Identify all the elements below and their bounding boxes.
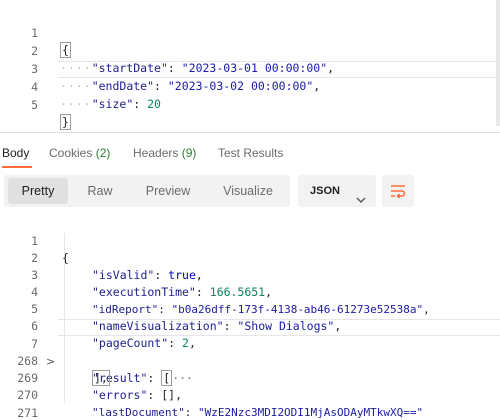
active-tab-indicator <box>2 166 32 168</box>
json-key: "executionTime" <box>92 285 196 299</box>
json-separator: : <box>158 303 172 316</box>
code-line: 270 "lastDocument": "WzE2Nzc3MDI2ODI1MjA… <box>0 370 423 419</box>
tab-body[interactable]: Body <box>2 146 29 160</box>
json-separator: : <box>154 79 168 93</box>
close-bracket: ], <box>92 370 110 386</box>
code-line: 4 ····"size": 20 <box>0 62 161 111</box>
json-key: "startDate" <box>91 61 168 75</box>
tab-headers[interactable]: Headers (9) <box>133 146 196 160</box>
line-number: 5 <box>31 98 38 112</box>
json-key: "pageCount" <box>92 336 169 350</box>
json-value: 166.5651 <box>209 285 266 299</box>
tab-label: Cookies <box>49 146 93 160</box>
code-line: 269 "errors": [], <box>0 353 182 402</box>
headers-count-badge: (9) <box>181 146 197 160</box>
code-line: 1 { <box>0 8 71 58</box>
json-key: "isValid" <box>92 268 155 282</box>
json-separator: : <box>195 285 210 299</box>
pretty-button[interactable]: Pretty <box>8 178 68 204</box>
code-line: 7 > "result": [··· <box>0 319 193 386</box>
response-tabs: Body Cookies (2) Headers (9) Test Result… <box>0 140 500 168</box>
code-line: 6 "pageCount": 2, <box>0 301 196 350</box>
wrap-lines-button[interactable] <box>382 175 414 207</box>
json-key: "endDate" <box>91 79 155 93</box>
indent-guide: ···· <box>60 97 92 111</box>
line-number: 271 <box>17 406 38 420</box>
raw-button[interactable]: Raw <box>74 178 126 204</box>
wrap-lines-icon <box>391 185 406 199</box>
request-body-editor[interactable]: 1 { 2 ····"startDate": "2023-03-01 00:00… <box>0 0 500 132</box>
response-view-toolbar: Pretty Raw Preview Visualize JSON <box>0 175 500 207</box>
pane-divider[interactable] <box>0 132 500 133</box>
code-line: 3 "executionTime": 166.5651, <box>0 250 272 299</box>
code-line: 4 "idReport": "b0a26dff-173f-4138-ab46-6… <box>0 267 430 316</box>
json-key: "nameVisualization" <box>92 319 224 333</box>
tab-cookies[interactable]: Cookies (2) <box>49 146 110 160</box>
json-value: "2023-03-01 00:00:00" <box>181 61 328 75</box>
json-separator: : <box>167 61 182 75</box>
json-value: "2023-03-02 00:00:00" <box>167 79 314 93</box>
code-line: 2 "isValid": true, <box>0 233 203 282</box>
json-key: "lastDocument" <box>92 406 185 419</box>
json-key: "size" <box>91 97 134 111</box>
indent-guide: ···· <box>60 79 92 93</box>
json-key: "errors" <box>92 388 148 402</box>
json-key: "idReport" <box>92 303 159 316</box>
json-value: "b0a26dff-173f-4138-ab46-61273e52538a" <box>171 303 424 316</box>
code-line: 1 { <box>0 216 69 265</box>
open-brace: { <box>60 42 71 58</box>
cookies-count-badge: (2) <box>95 146 111 160</box>
tab-label: Body <box>2 146 30 160</box>
code-line: 268 ], <box>0 336 110 386</box>
json-value: [] <box>161 388 176 402</box>
fold-toggle-icon[interactable]: > <box>46 353 55 370</box>
json-comma: , <box>334 319 342 333</box>
code-line: 5 } <box>0 80 71 130</box>
close-brace: } <box>60 114 71 130</box>
json-separator: : <box>184 406 198 419</box>
preview-button[interactable]: Preview <box>134 178 202 204</box>
format-value: JSON <box>310 185 340 197</box>
response-body-viewer[interactable]: 1 { 2 "isValid": true, 3 "executionTime"… <box>0 216 500 420</box>
open-brace: { <box>62 251 69 265</box>
json-separator: : <box>133 97 148 111</box>
tab-label: Headers <box>133 146 179 160</box>
json-separator: : <box>168 336 183 350</box>
json-comma: , <box>188 336 196 350</box>
view-mode-group: Pretty Raw Preview Visualize <box>4 175 290 207</box>
code-line: 271 } <box>0 388 38 420</box>
visualize-button[interactable]: Visualize <box>210 178 286 204</box>
json-separator: : <box>147 371 162 385</box>
json-comma: , <box>327 61 335 75</box>
chevron-down-icon <box>356 186 366 218</box>
json-value: 2 <box>182 336 189 350</box>
json-separator: : <box>147 388 162 402</box>
json-value: "WzE2Nzc3MDI2ODI1MjAsODAyMTkwXQ==" <box>197 406 424 419</box>
tab-test-results[interactable]: Test Results <box>218 146 283 160</box>
code-line: 3 ····"endDate": "2023-03-02 00:00:00", <box>0 44 320 93</box>
collapsed-array-bracket[interactable]: [ <box>161 370 173 386</box>
json-separator: : <box>154 268 169 282</box>
json-comma: , <box>313 79 321 93</box>
json-comma: , <box>195 268 203 282</box>
json-comma: , <box>423 303 430 316</box>
tab-label: Test Results <box>218 146 284 160</box>
code-line: 2 ····"startDate": "2023-03-01 00:00:00"… <box>0 26 334 75</box>
json-value: true <box>168 268 196 282</box>
collapsed-ellipsis[interactable]: ··· <box>172 371 193 385</box>
json-comma: , <box>265 285 273 299</box>
indent-guide: ···· <box>60 61 92 75</box>
format-select[interactable]: JSON <box>298 175 376 207</box>
code-line: 5 "nameVisualization": "Show Dialogs", <box>0 284 341 333</box>
json-value: "Show Dialogs" <box>237 319 335 333</box>
json-separator: : <box>223 319 238 333</box>
json-comma: , <box>175 388 183 402</box>
json-value: 20 <box>147 97 161 111</box>
